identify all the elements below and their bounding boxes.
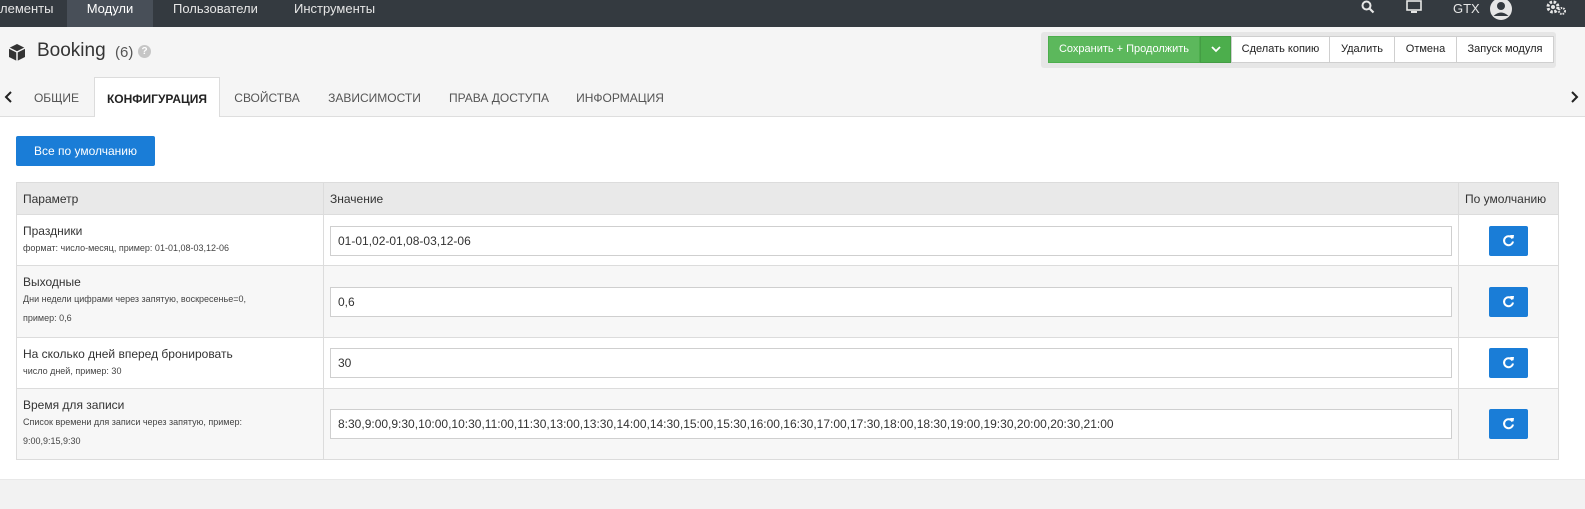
tab-properties[interactable]: СВОЙСТВА	[221, 77, 313, 117]
param-hint: число дней, пример: 30	[23, 366, 122, 376]
config-panel: Все по умолчанию Параметр Значение По ум…	[0, 117, 1585, 479]
search-icon[interactable]	[1361, 0, 1375, 18]
booking-times-input[interactable]: 8:30,9:00,9:30,10:00,10:30,11:00,11:30,1…	[330, 409, 1452, 439]
table-header: Параметр Значение По умолчанию	[17, 183, 1558, 215]
param-name: Выходные	[23, 275, 81, 289]
param-name: На сколько дней вперед бронировать	[23, 347, 233, 361]
monitor-icon[interactable]	[1406, 0, 1422, 18]
booking-days-input[interactable]: 30	[330, 348, 1452, 378]
value-cell: 01-01,02-01,08-03,12-06	[324, 215, 1459, 265]
column-header-default: По умолчанию	[1465, 192, 1547, 206]
settings-icon[interactable]	[1545, 0, 1567, 16]
table-row: На сколько дней вперед бронировать число…	[17, 338, 1558, 389]
avatar[interactable]	[1489, 0, 1513, 21]
reset-default-button[interactable]	[1489, 348, 1528, 378]
table-row: Время для записи Список времени для запи…	[17, 389, 1558, 459]
user-name[interactable]: GTX	[1453, 0, 1483, 18]
refresh-icon	[1503, 418, 1514, 430]
param-name: Время для записи	[23, 398, 125, 412]
weekends-input[interactable]: 0,6	[330, 287, 1452, 317]
tab-information[interactable]: ИНФОРМАЦИЯ	[563, 77, 677, 117]
nav-item-tools[interactable]: Инструменты	[294, 0, 394, 27]
nav-item-users[interactable]: Пользователи	[173, 0, 273, 27]
run-module-button[interactable]: Запуск модуля	[1456, 36, 1554, 63]
param-hint: Дни недели цифрами через запятую, воскре…	[23, 294, 246, 304]
value-cell: 30	[324, 338, 1459, 388]
default-cell	[1459, 389, 1559, 459]
param-cell: Выходные Дни недели цифрами через запяту…	[17, 266, 324, 337]
param-cell: На сколько дней вперед бронировать число…	[17, 338, 324, 388]
param-hint: 9:00,9:15,9:30	[23, 436, 81, 446]
table-row: Праздники формат: число-месяц, пример: 0…	[17, 215, 1558, 266]
reset-default-button[interactable]	[1489, 287, 1528, 317]
tab-general[interactable]: ОБЩИЕ	[20, 77, 93, 117]
table-row: Выходные Дни недели цифрами через запяту…	[17, 266, 1558, 338]
param-cell: Время для записи Список времени для запи…	[17, 389, 324, 459]
copy-button[interactable]: Сделать копию	[1231, 36, 1330, 63]
param-hint: пример: 0,6	[23, 313, 72, 323]
nav-item-modules[interactable]: Модули	[67, 0, 153, 27]
reset-all-defaults-button[interactable]: Все по умолчанию	[16, 136, 155, 166]
param-cell: Праздники формат: число-месяц, пример: 0…	[17, 215, 324, 265]
cube-icon	[6, 42, 28, 64]
reset-default-button[interactable]	[1489, 409, 1528, 439]
tab-access-rights[interactable]: ПРАВА ДОСТУПА	[436, 77, 562, 117]
param-hint: Список времени для записи через запятую,…	[23, 417, 242, 427]
page-title: Booking	[37, 40, 106, 61]
top-navbar: лементы Модули Пользователи Инструменты …	[0, 0, 1585, 27]
cancel-button[interactable]: Отмена	[1394, 36, 1457, 63]
tabs-scroll-left-icon[interactable]	[2, 87, 16, 111]
tab-configuration[interactable]: КОНФИГУРАЦИЯ	[94, 77, 220, 118]
chevron-down-icon	[1210, 46, 1221, 53]
refresh-icon	[1503, 235, 1514, 247]
tab-dependencies[interactable]: ЗАВИСИМОСТИ	[314, 77, 435, 117]
param-name: Праздники	[23, 224, 83, 238]
module-count: (6)	[115, 44, 134, 61]
nav-item-elements[interactable]: лементы	[0, 0, 67, 27]
refresh-icon	[1503, 296, 1514, 308]
action-toolbar: Сохранить + Продолжить Сделать копию Уда…	[1041, 32, 1556, 68]
holidays-input[interactable]: 01-01,02-01,08-03,12-06	[330, 226, 1452, 256]
default-cell	[1459, 338, 1559, 388]
config-table: Параметр Значение По умолчанию Праздники…	[16, 182, 1559, 460]
default-cell	[1459, 266, 1559, 337]
default-cell	[1459, 215, 1559, 265]
help-icon[interactable]: ?	[138, 45, 151, 58]
column-header-value: Значение	[324, 183, 1459, 215]
column-header-param: Параметр	[17, 183, 324, 215]
value-cell: 8:30,9:00,9:30,10:00,10:30,11:00,11:30,1…	[324, 389, 1459, 459]
save-dropdown-button[interactable]	[1200, 36, 1231, 63]
save-continue-button[interactable]: Сохранить + Продолжить	[1048, 36, 1200, 63]
refresh-icon	[1503, 357, 1514, 369]
page-header: Booking (6) ? Сохранить + Продолжить Сде…	[0, 27, 1585, 118]
value-cell: 0,6	[324, 266, 1459, 337]
param-hint: формат: число-месяц, пример: 01-01,08-03…	[23, 243, 229, 253]
tabs-scroll-right-icon[interactable]	[1569, 87, 1583, 111]
reset-default-button[interactable]	[1489, 226, 1528, 256]
delete-button[interactable]: Удалить	[1329, 36, 1395, 63]
page-footer	[0, 479, 1585, 509]
